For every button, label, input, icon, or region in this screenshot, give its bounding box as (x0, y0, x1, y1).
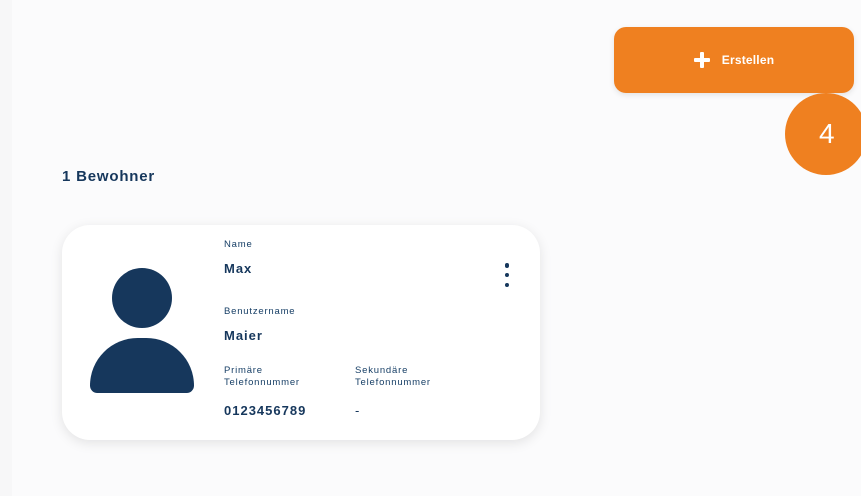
avatar-head (112, 268, 172, 328)
resident-username: Maier (224, 328, 263, 343)
primary-phone-number: 0123456789 (224, 403, 307, 418)
menu-dot (504, 282, 510, 287)
secondary-phone-label: Sekundäre Telefonnummer (355, 365, 431, 388)
person-silhouette-icon (90, 268, 194, 393)
menu-dot (504, 272, 510, 278)
vertical-ellipsis-icon[interactable] (501, 263, 513, 287)
avatar-body (90, 338, 194, 393)
name-label: Name (224, 239, 253, 250)
resident-card[interactable]: Name Max Benutzername Maier Primäre Tele… (62, 225, 540, 440)
create-button[interactable]: Erstellen (614, 27, 854, 93)
left-margin-strip (0, 0, 12, 496)
username-label: Benutzername (224, 306, 296, 317)
resident-name: Max (224, 261, 253, 276)
menu-dot (504, 263, 510, 268)
step-number-badge: 4 (785, 93, 861, 175)
plus-icon (693, 52, 710, 68)
secondary-phone-number: - (355, 403, 361, 418)
primary-phone-label: Primäre Telefonnummer (224, 365, 300, 388)
resident-count-heading: 1 Bewohner (62, 168, 156, 185)
create-button-label: Erstellen (721, 53, 775, 67)
